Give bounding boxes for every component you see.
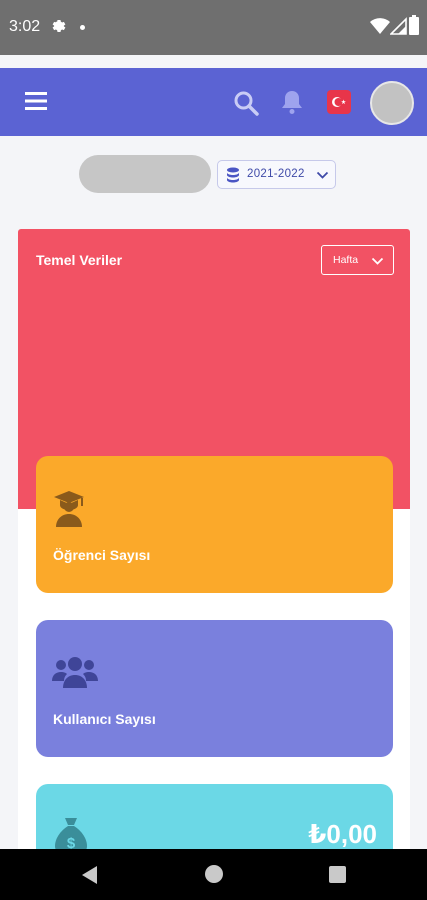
graduate-icon xyxy=(54,491,84,527)
battery-icon xyxy=(409,15,419,35)
check-chevron-icon xyxy=(316,171,329,179)
search-icon[interactable] xyxy=(233,90,259,116)
bell-icon[interactable] xyxy=(281,89,303,115)
database-icon xyxy=(227,167,239,183)
recent-apps-icon[interactable] xyxy=(329,866,346,883)
status-time: 3:02 xyxy=(9,18,41,35)
home-icon[interactable] xyxy=(205,865,223,883)
turkey-flag-icon[interactable] xyxy=(327,90,351,114)
student-count-label: Öğrenci Sayısı xyxy=(53,547,151,563)
chevron-down-icon xyxy=(371,257,384,265)
wifi-icon xyxy=(370,18,390,34)
school-name-pill[interactable] xyxy=(79,155,211,193)
school-year-value: 2021-2022 xyxy=(247,168,305,180)
period-label: Hafta xyxy=(333,254,359,266)
back-icon[interactable] xyxy=(80,865,98,885)
user-count-card[interactable]: Kullanıcı Sayısı xyxy=(36,620,393,757)
school-year-select[interactable]: 2021-2022 xyxy=(217,160,336,189)
user-count-label: Kullanıcı Sayısı xyxy=(53,711,156,727)
student-count-card[interactable]: Öğrenci Sayısı xyxy=(36,456,393,593)
app-bar xyxy=(0,68,427,136)
card-title: Temel Veriler xyxy=(36,252,123,268)
revenue-value: ₺0,00 xyxy=(308,819,377,849)
notification-dot xyxy=(80,25,85,30)
menu-icon[interactable] xyxy=(25,91,47,111)
status-bar: 3:02 xyxy=(0,0,427,55)
signal-icon xyxy=(390,17,407,35)
navigation-bar xyxy=(0,849,427,900)
user-avatar[interactable] xyxy=(370,81,414,125)
users-group-icon xyxy=(52,657,98,688)
period-select-button[interactable]: Hafta xyxy=(321,245,394,275)
settings-gear-icon xyxy=(52,20,66,32)
